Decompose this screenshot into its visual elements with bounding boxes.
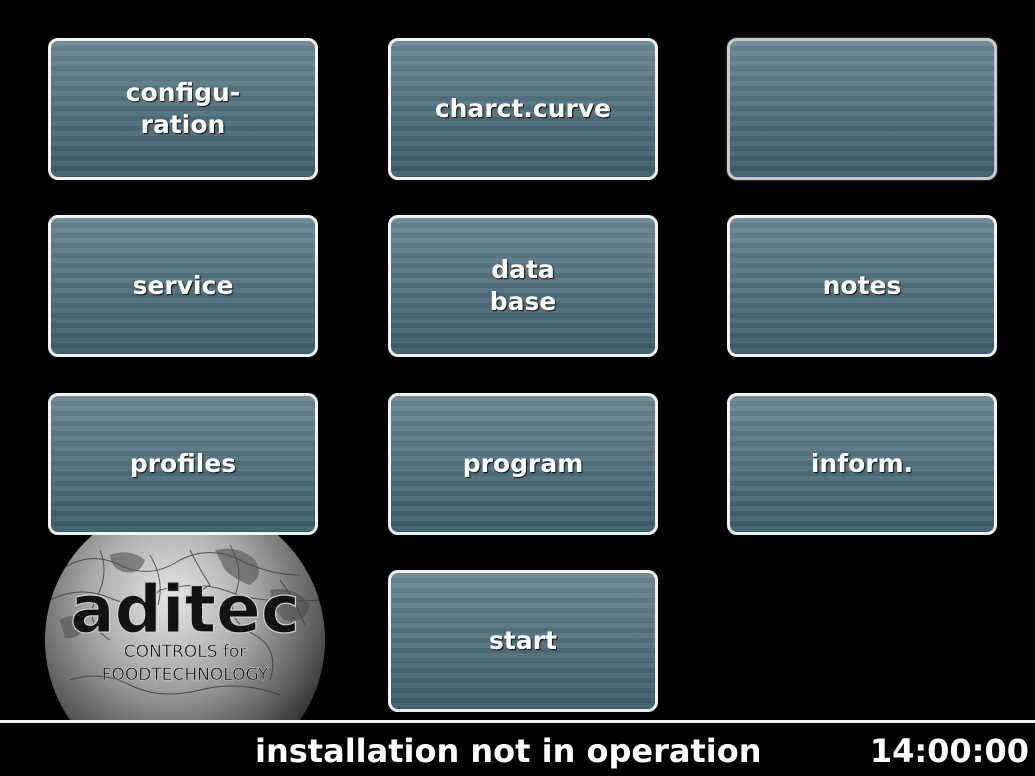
inform-button-label: inform.: [810, 449, 914, 478]
aditec-logo: aditec CONTROLS for FOODTECHNOLOGY: [40, 530, 330, 720]
inform-button[interactable]: inform.: [727, 393, 997, 535]
service-button-label: service: [132, 271, 234, 300]
data-base-button[interactable]: data base: [388, 215, 658, 357]
profiles-button-label: profiles: [129, 449, 237, 478]
logo-tagline-2: FOODTECHNOLOGY: [102, 665, 269, 685]
service-button[interactable]: service: [48, 215, 318, 357]
charct-curve-button-label: charct.curve: [434, 94, 612, 123]
configuration-button[interactable]: configu- ration: [48, 38, 318, 180]
status-bar: installation not in operation 14:00:00: [0, 720, 1035, 776]
empty-button[interactable]: [727, 38, 997, 180]
logo-brand-text: aditec: [70, 571, 300, 648]
main-menu-screen: aditec CONTROLS for FOODTECHNOLOGY confi…: [0, 0, 1035, 776]
data-base-button-label: data base: [489, 255, 557, 316]
notes-button-label: notes: [822, 271, 902, 300]
logo-tagline-1: CONTROLS for: [124, 642, 247, 662]
status-message: installation not in operation: [255, 732, 762, 770]
charct-curve-button[interactable]: charct.curve: [388, 38, 658, 180]
program-button-label: program: [462, 449, 584, 478]
start-button[interactable]: start: [388, 570, 658, 712]
status-clock: 14:00:00: [869, 732, 1029, 770]
configuration-button-label: configu- ration: [125, 78, 241, 139]
notes-button[interactable]: notes: [727, 215, 997, 357]
program-button[interactable]: program: [388, 393, 658, 535]
profiles-button[interactable]: profiles: [48, 393, 318, 535]
start-button-label: start: [489, 626, 557, 655]
